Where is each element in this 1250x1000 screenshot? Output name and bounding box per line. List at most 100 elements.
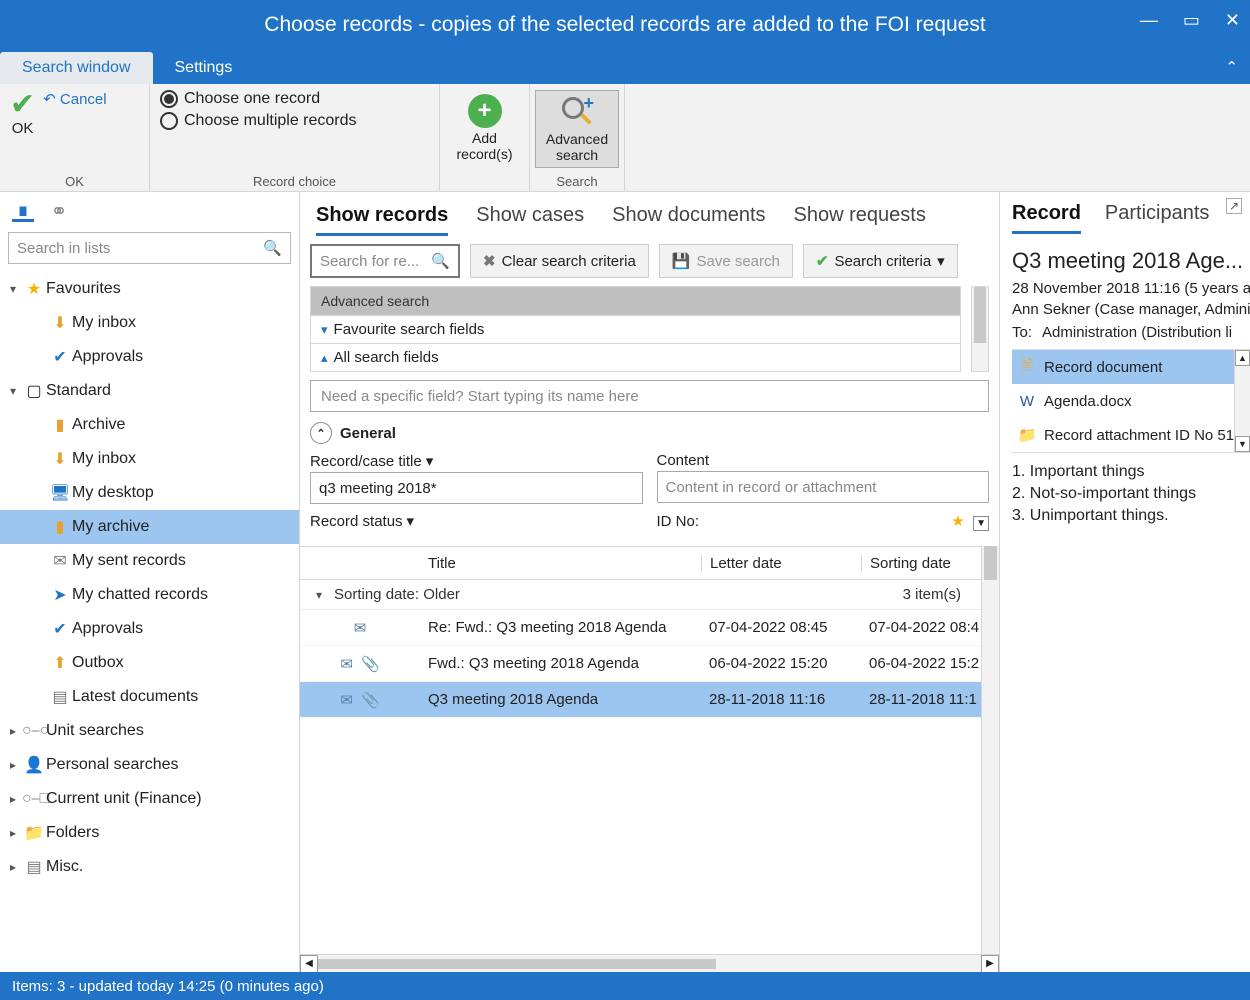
tree-my-desktop[interactable]: 🖥My desktop	[0, 476, 299, 510]
status-bar: Items: 3 - updated today 14:25 (0 minute…	[0, 972, 1250, 1000]
tab-show-requests[interactable]: Show requests	[794, 204, 926, 236]
group-label-record-choice: Record choice	[160, 174, 429, 189]
tab-show-records[interactable]: Show records	[316, 204, 448, 236]
radio-choose-multiple[interactable]: Choose multiple records	[160, 112, 357, 130]
scroll-right-icon[interactable]: ▶	[981, 955, 999, 973]
tree-my-archive[interactable]: ▮My archive	[0, 510, 299, 544]
magnifier-plus-icon: +	[560, 95, 594, 129]
tree-my-chatted[interactable]: ➤My chatted records	[0, 578, 299, 612]
collapse-general-icon[interactable]: ⌃	[310, 422, 332, 444]
search-criteria-dropdown[interactable]: ✔Search criteria ▾	[803, 244, 958, 278]
preview-doc-item[interactable]: 🗎Record document	[1012, 350, 1250, 384]
preview-tab-participants[interactable]: Participants	[1105, 202, 1210, 234]
center-search-input[interactable]: Search for re...🔍	[310, 244, 460, 278]
col-letter-date[interactable]: Letter date	[701, 555, 861, 572]
tree-latest[interactable]: ▤Latest documents	[0, 680, 299, 714]
advanced-search-button[interactable]: + Advanced search	[535, 90, 619, 168]
scroll-up-icon[interactable]: ▲	[1235, 350, 1250, 366]
save-search-button[interactable]: 💾Save search	[659, 244, 793, 278]
radio-choose-one[interactable]: Choose one record	[160, 90, 320, 108]
sidebar: ∎ ⚭ Search in lists 🔍 ▾★Favourites ⬇My i…	[0, 192, 300, 972]
record-title-input[interactable]: q3 meeting 2018*	[310, 472, 643, 504]
tree-my-inbox[interactable]: ⬇My inbox	[0, 306, 299, 340]
star-icon[interactable]: ★	[951, 513, 964, 530]
group-label-search: Search	[556, 174, 597, 189]
search-lists-input[interactable]: Search in lists 🔍	[8, 232, 291, 264]
document-icon: 🗎	[1018, 355, 1036, 380]
tree-unit-searches[interactable]: ▸○⎯○Unit searches	[0, 714, 299, 748]
table-row[interactable]: ✉📎 Q3 meeting 2018 Agenda 28-11-2018 11:…	[300, 682, 981, 718]
table-row[interactable]: ✉ Re: Fwd.: Q3 meeting 2018 Agenda 07-04…	[300, 610, 981, 646]
field-search-input[interactable]: Need a specific field? Start typing its …	[310, 380, 989, 412]
preview-body-line: 3. Unimportant things.	[1012, 507, 1250, 525]
chevron-down-icon: ▾	[321, 322, 328, 338]
tab-settings[interactable]: Settings	[153, 52, 255, 84]
tab-show-cases[interactable]: Show cases	[476, 204, 584, 236]
record-title-label: Record/case title▾	[310, 452, 643, 470]
search-icon: 🔍	[263, 239, 282, 257]
tree-approvals2[interactable]: ✔Approvals	[0, 612, 299, 646]
ok-button[interactable]: ✔ OK	[10, 90, 35, 137]
close-icon[interactable]: ✕	[1225, 10, 1240, 31]
favourite-search-fields[interactable]: ▾Favourite search fields	[311, 315, 960, 343]
tree-current-unit[interactable]: ▸○⎯□Current unit (Finance)	[0, 782, 299, 816]
check-icon: ✔	[816, 252, 829, 270]
mail-icon: ✉	[340, 655, 353, 673]
attachment-icon: 📎	[361, 655, 380, 673]
clear-criteria-button[interactable]: ✖Clear search criteria	[470, 244, 649, 278]
preview-doc-item[interactable]: WAgenda.docx	[1012, 384, 1250, 418]
popout-icon[interactable]: ↗	[1226, 198, 1242, 214]
toolbar: ✔ OK ↶ Cancel OK Choose one record Choos…	[0, 84, 1250, 192]
scroll-down-icon[interactable]: ▼	[1235, 436, 1250, 452]
cancel-button[interactable]: ↶ Cancel	[43, 90, 106, 108]
record-status-label: Record status▾	[310, 512, 643, 530]
preview-docs-scrollbar[interactable]: ▲ ▼	[1234, 350, 1250, 452]
tree-misc[interactable]: ▸▤Misc.	[0, 850, 299, 884]
preview-author: Ann Sekner (Case manager, Admini	[1012, 301, 1250, 318]
add-records-button[interactable]: + Add record(s)	[447, 90, 523, 166]
records-view-icon[interactable]: ∎	[12, 200, 34, 222]
preview-body-line: 2. Not-so-important things	[1012, 485, 1250, 503]
preview-tab-record[interactable]: Record	[1012, 202, 1081, 234]
preview-doc-item[interactable]: 📁Record attachment ID No 510	[1012, 418, 1250, 452]
col-sorting-date[interactable]: Sorting date	[861, 555, 981, 572]
tree-standard[interactable]: ▾▢Standard	[0, 374, 299, 408]
all-search-fields[interactable]: ▴All search fields	[311, 343, 960, 371]
group-row[interactable]: ▾ Sorting date: Older 3 item(s)	[300, 580, 981, 610]
col-title[interactable]: Title	[420, 555, 701, 572]
tree-my-inbox2[interactable]: ⬇My inbox	[0, 442, 299, 476]
general-heading: General	[340, 425, 396, 442]
table-row[interactable]: ✉📎 Fwd.: Q3 meeting 2018 Agenda 06-04-20…	[300, 646, 981, 682]
table-vertical-scrollbar[interactable]	[981, 546, 999, 954]
tab-search-window[interactable]: Search window	[0, 52, 153, 84]
center-pane: Show records Show cases Show documents S…	[300, 192, 1000, 972]
word-icon: W	[1018, 393, 1036, 410]
folder-icon: 📁	[1018, 426, 1036, 444]
x-icon: ✖	[483, 252, 496, 270]
collapse-ribbon-icon[interactable]: ⌃	[1225, 58, 1238, 76]
tree-personal-searches[interactable]: ▸👤Personal searches	[0, 748, 299, 782]
scroll-left-icon[interactable]: ◀	[300, 955, 318, 973]
dropdown-icon[interactable]: ▼	[973, 516, 989, 531]
tree-favourites[interactable]: ▾★Favourites	[0, 272, 299, 306]
advanced-search-header: Advanced search	[311, 287, 960, 315]
preview-documents: 🗎Record documentWAgenda.docx📁Record atta…	[1012, 349, 1250, 453]
adv-scrollbar[interactable]	[971, 286, 989, 372]
table-horizontal-scrollbar[interactable]: ◀ ▶	[300, 954, 999, 972]
contacts-view-icon[interactable]: ⚭	[48, 200, 70, 222]
tree-outbox[interactable]: ⬆Outbox	[0, 646, 299, 680]
titlebar: Choose records - copies of the selected …	[0, 0, 1250, 50]
tree-my-sent[interactable]: ✉My sent records	[0, 544, 299, 578]
preview-to-value: Administration (Distribution li	[1042, 324, 1232, 341]
tree-approvals[interactable]: ✔Approvals	[0, 340, 299, 374]
chevron-down-icon[interactable]: ▾	[426, 452, 434, 470]
chevron-down-icon[interactable]: ▾	[407, 512, 415, 530]
minimize-icon[interactable]: —	[1140, 10, 1158, 31]
content-input[interactable]: Content in record or attachment	[657, 471, 990, 503]
maximize-icon[interactable]: ▭	[1183, 10, 1200, 31]
check-icon: ✔	[10, 90, 35, 120]
tab-show-documents[interactable]: Show documents	[612, 204, 765, 236]
tree-archive[interactable]: ▮Archive	[0, 408, 299, 442]
tree-folders[interactable]: ▸📁Folders	[0, 816, 299, 850]
folder-tree: ▾★Favourites ⬇My inbox ✔Approvals ▾▢Stan…	[0, 270, 299, 972]
